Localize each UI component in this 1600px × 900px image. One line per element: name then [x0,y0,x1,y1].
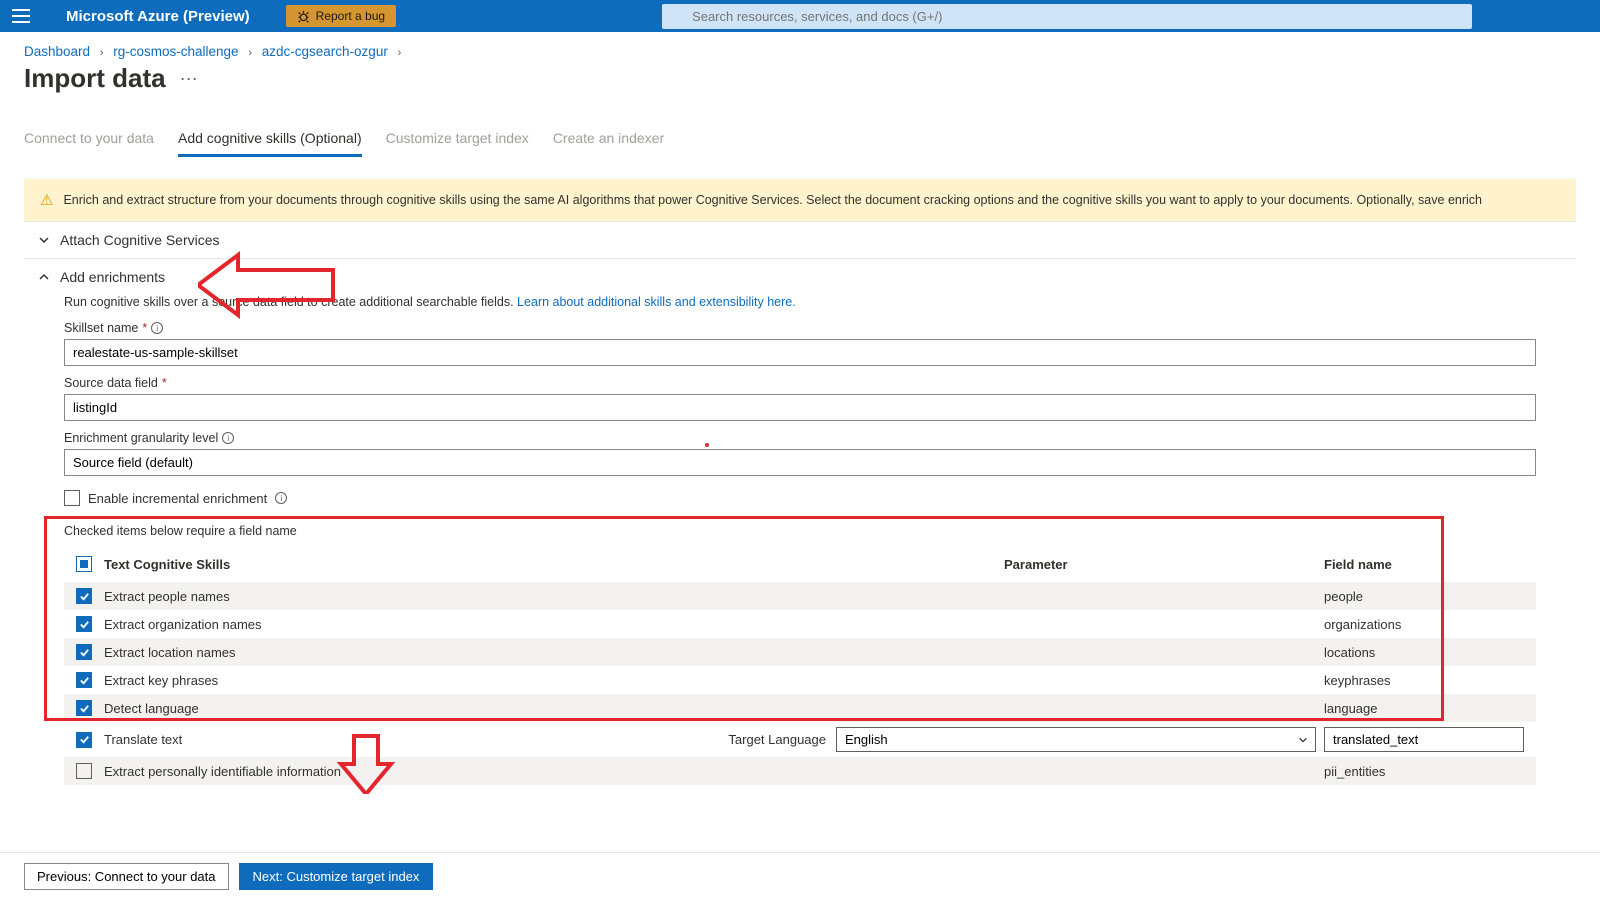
chevron-right-icon: › [100,47,104,59]
crumb-rg[interactable]: rg-cosmos-challenge [113,44,238,59]
checked-note: Checked items below require a field name [64,524,1536,538]
report-bug-button[interactable]: Report a bug [286,5,396,27]
subtext: Run cognitive skills over a source data … [64,295,1536,309]
skill-checkbox[interactable] [76,616,92,632]
granularity-input[interactable] [64,449,1536,476]
skill-row: Extract organization names organizations [64,610,1536,638]
field-name: language [1324,701,1524,716]
skill-row: Detect language language [64,694,1536,722]
select-all-checkbox[interactable] [76,556,92,572]
section-add-head[interactable]: Add enrichments [24,259,1576,295]
learn-more-link[interactable]: Learn about additional skills and extens… [517,295,796,309]
skill-label: Extract personally identifiable informat… [104,764,1004,779]
hamburger-icon[interactable] [12,9,30,23]
skill-checkbox[interactable] [76,763,92,779]
chevron-right-icon: › [398,47,402,59]
section-attach-head[interactable]: Attach Cognitive Services [24,222,1576,258]
skill-label: Extract location names [104,645,1004,660]
info-icon[interactable]: i [275,492,287,504]
breadcrumb: Dashboard › rg-cosmos-challenge › azdc-c… [0,32,1600,59]
skill-label: Extract organization names [104,617,1004,632]
field-name: pii_entities [1324,764,1524,779]
incremental-checkbox[interactable] [64,490,80,506]
search-input[interactable] [662,4,1472,29]
source-field-input[interactable] [64,394,1536,421]
col-skill: Text Cognitive Skills [104,557,1004,572]
skill-label: Extract people names [104,589,1004,604]
granularity-label: Enrichment granularity level [64,431,218,445]
skill-checkbox[interactable] [76,588,92,604]
tab-add-skills[interactable]: Add cognitive skills (Optional) [178,122,362,157]
crumb-resource[interactable]: azdc-cgsearch-ozgur [262,44,388,59]
skill-checkbox[interactable] [76,700,92,716]
skill-checkbox[interactable] [76,732,92,748]
chevron-up-icon [38,271,50,283]
field-name: people [1324,589,1524,604]
col-field: Field name [1324,557,1524,572]
info-icon[interactable]: i [222,432,234,444]
skill-row: Extract people names people [64,582,1536,610]
bug-icon [297,10,310,23]
param-label: Target Language [728,732,826,747]
skill-row: Extract key phrases keyphrases [64,666,1536,694]
skill-row: Translate text Target Language [64,722,1536,757]
skill-label: Detect language [104,701,1004,716]
tab-create-indexer[interactable]: Create an indexer [553,122,664,157]
skillset-name-input[interactable] [64,339,1536,366]
tab-customize-index[interactable]: Customize target index [386,122,529,157]
warning-banner: ⚠ Enrich and extract structure from your… [24,179,1576,221]
field-name-input[interactable] [1324,727,1524,752]
skill-checkbox[interactable] [76,672,92,688]
crumb-dashboard[interactable]: Dashboard [24,44,90,59]
col-param: Parameter [1004,557,1324,572]
chevron-down-icon [38,234,50,246]
source-field-label: Source data field [64,376,158,390]
skill-label: Translate text [104,732,724,747]
field-name: locations [1324,645,1524,660]
incremental-label: Enable incremental enrichment [88,491,267,506]
chevron-right-icon: › [248,47,252,59]
previous-button[interactable]: Previous: Connect to your data [24,863,229,890]
field-name: keyphrases [1324,673,1524,688]
next-button[interactable]: Next: Customize target index [239,863,434,890]
target-language-select[interactable] [836,727,1316,752]
skill-row: Extract personally identifiable informat… [64,757,1536,785]
skill-row: Extract location names locations [64,638,1536,666]
skill-checkbox[interactable] [76,644,92,660]
annotation-dot [705,443,709,447]
page-title: Import data [24,63,166,94]
tab-connect[interactable]: Connect to your data [24,122,154,157]
field-name: organizations [1324,617,1524,632]
skillset-name-label: Skillset name [64,321,138,335]
info-icon[interactable]: i [151,322,163,334]
warning-icon: ⚠ [40,191,53,209]
brand-label: Microsoft Azure (Preview) [66,8,250,25]
skill-label: Extract key phrases [104,673,1004,688]
more-icon[interactable]: ··· [180,68,198,89]
